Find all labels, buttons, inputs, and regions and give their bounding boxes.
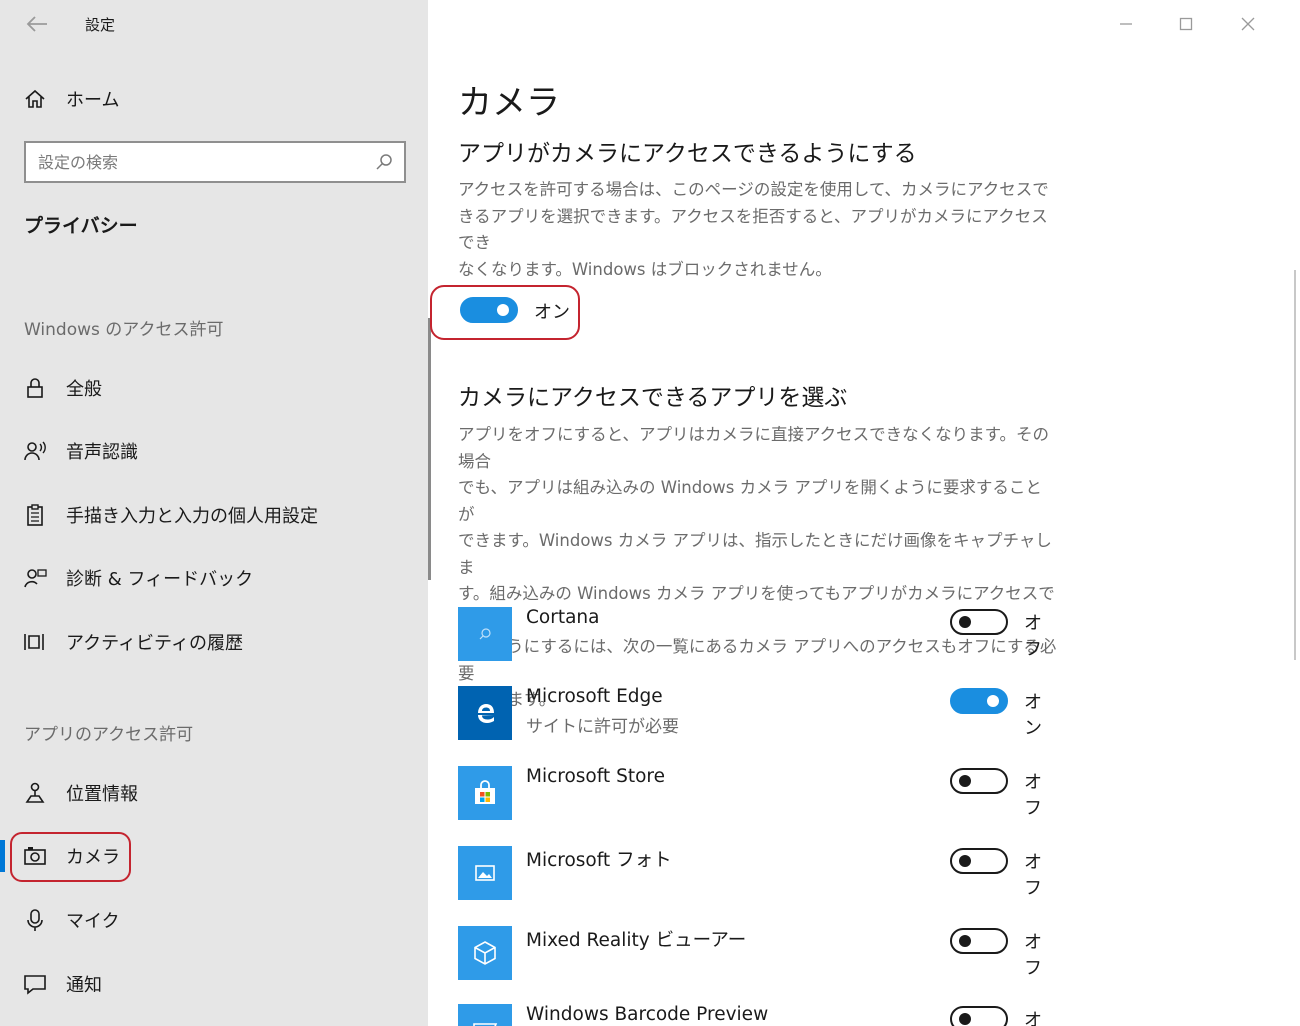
sidebar-item-label: マイク: [66, 911, 120, 932]
sidebar-item-label: 通知: [66, 975, 102, 996]
app-subtitle: サイトに許可が必要: [526, 717, 679, 737]
app-name: Microsoft Store: [526, 766, 665, 787]
sidebar-item-label: 診断 & フィードバック: [66, 569, 254, 590]
speech-icon: [22, 438, 48, 464]
microphone-icon: [22, 907, 48, 933]
notification-icon: [22, 971, 48, 997]
clipboard-icon: [22, 502, 48, 528]
section-description-choose-apps: アプリをオフにすると、アプリはカメラに直接アクセスできなくなります。その場合 で…: [458, 425, 1057, 709]
section-description-camera-access: アクセスを許可する場合は、このページの設定を使用して、カメラにアクセスで きるア…: [458, 180, 1049, 279]
edge-icon: [458, 686, 512, 740]
app-row-mixed-reality-viewer: Mixed Reality ビューアー オフ: [458, 926, 1058, 986]
barcode-icon: [458, 1004, 512, 1026]
app-toggle-mixed-reality-viewer[interactable]: [950, 928, 1008, 954]
app-toggle-microsoft-photos[interactable]: [950, 848, 1008, 874]
app-name: Cortana: [526, 607, 600, 628]
app-toggle-microsoft-edge[interactable]: [950, 688, 1008, 714]
search-input[interactable]: [38, 150, 358, 174]
toggle-knob: [959, 935, 971, 947]
app-toggle-state: オフ: [1024, 852, 1042, 899]
sidebar-item-activity-history[interactable]: アクティビティの履歴: [0, 616, 428, 668]
back-arrow-icon: [26, 16, 47, 32]
sidebar-item-notifications[interactable]: 通知: [0, 958, 428, 1010]
app-toggle-state: オン: [1024, 692, 1042, 739]
app-toggle-state: オフ: [1024, 613, 1042, 660]
app-row-microsoft-edge: Microsoft Edge サイトに許可が必要 オン: [458, 686, 1058, 746]
location-icon: [22, 780, 48, 806]
app-toggle-state: オフ: [1024, 1010, 1042, 1026]
mixed-reality-icon: [458, 926, 512, 980]
store-icon: [458, 766, 512, 820]
home-icon: [22, 86, 48, 112]
app-toggle-windows-barcode-preview[interactable]: [950, 1006, 1008, 1026]
app-row-microsoft-photos: Microsoft フォト オフ: [458, 846, 1058, 906]
app-toggle-microsoft-store[interactable]: [950, 768, 1008, 794]
app-name: Microsoft フォト: [526, 850, 672, 871]
page-title: カメラ: [458, 83, 560, 123]
sidebar-item-camera[interactable]: カメラ: [0, 830, 428, 882]
app-name: Windows Barcode Preview: [526, 1004, 769, 1025]
sidebar-item-location[interactable]: 位置情報: [0, 767, 428, 819]
activity-history-icon: [22, 629, 48, 655]
app-row-cortana: Cortana オフ: [458, 607, 1058, 667]
toggle-knob: [987, 695, 999, 707]
app-name: Mixed Reality ビューアー: [526, 930, 747, 951]
toggle-knob: [959, 855, 971, 867]
toggle-knob: [497, 304, 509, 316]
cortana-icon: [458, 607, 512, 661]
sidebar-item-microphone[interactable]: マイク: [0, 894, 428, 946]
photos-icon: [458, 846, 512, 900]
search-box: [24, 141, 406, 183]
group-label-app-permissions: アプリのアクセス許可: [24, 725, 194, 745]
app-row-windows-barcode-preview: Windows Barcode Preview オフ: [458, 1004, 1058, 1026]
search-icon[interactable]: [374, 152, 394, 172]
camera-icon: [22, 843, 48, 869]
app-toggle-cortana[interactable]: [950, 609, 1008, 635]
toggle-knob: [959, 616, 971, 628]
sidebar-item-diagnostics[interactable]: 診断 & フィードバック: [0, 552, 428, 604]
sidebar-item-inking-typing[interactable]: 手描き入力と入力の個人用設定: [0, 489, 428, 541]
feedback-icon: [22, 565, 48, 591]
scrollbar[interactable]: [1294, 270, 1296, 660]
sidebar-item-label: アクティビティの履歴: [66, 633, 243, 654]
sidebar-item-home[interactable]: ホーム: [0, 73, 428, 125]
app-toggle-state: オフ: [1024, 932, 1042, 979]
sidebar: 設定 ホーム プライバシー Windows のアクセス許可 全般 音声認識 手描…: [0, 0, 428, 1026]
app-toggle-state: オフ: [1024, 772, 1042, 819]
section-heading-camera-access: アプリがカメラにアクセスできるようにする: [458, 141, 917, 167]
sidebar-section-title: プライバシー: [24, 215, 138, 237]
sidebar-item-general[interactable]: 全般: [0, 362, 428, 414]
main-content: カメラ アプリがカメラにアクセスできるようにする アクセスを許可する場合は、この…: [428, 0, 1300, 1026]
group-label-windows-permissions: Windows のアクセス許可: [24, 320, 224, 340]
lock-icon: [22, 375, 48, 401]
title-bar: 設定: [0, 0, 428, 48]
sidebar-item-label: ホーム: [66, 90, 120, 111]
sidebar-item-label: 全般: [66, 379, 102, 400]
sidebar-item-speech[interactable]: 音声認識: [0, 425, 428, 477]
app-row-microsoft-store: Microsoft Store オフ: [458, 766, 1058, 826]
toggle-knob: [959, 775, 971, 787]
sidebar-item-label: 音声認識: [66, 442, 138, 463]
sidebar-item-label: 手描き入力と入力の個人用設定: [66, 506, 318, 527]
section-heading-choose-apps: カメラにアクセスできるアプリを選ぶ: [458, 385, 848, 411]
back-button[interactable]: [22, 10, 52, 38]
app-name: Microsoft Edge: [526, 686, 663, 707]
camera-access-toggle[interactable]: [460, 297, 518, 323]
window-title: 設定: [85, 16, 116, 34]
toggle-knob: [959, 1013, 971, 1025]
left-edge-scroll-indicator: [428, 318, 431, 580]
sidebar-item-label: 位置情報: [66, 784, 138, 805]
sidebar-item-label: カメラ: [66, 847, 120, 868]
camera-access-toggle-label: オン: [534, 302, 570, 323]
